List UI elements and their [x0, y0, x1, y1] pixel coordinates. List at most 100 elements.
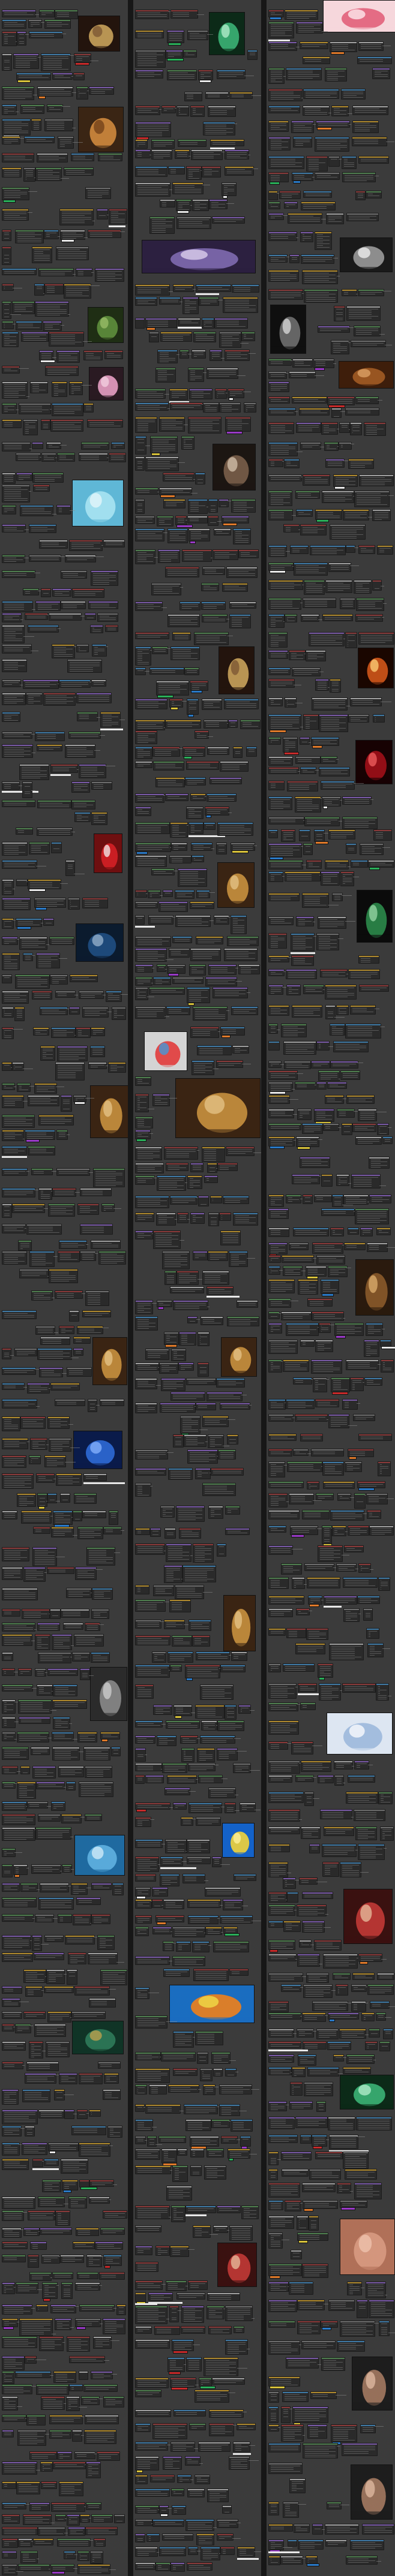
- graph-node[interactable]: [85, 187, 111, 199]
- graph-node[interactable]: [152, 2519, 184, 2527]
- graph-node[interactable]: [86, 2502, 101, 2510]
- graph-node[interactable]: [55, 2514, 66, 2521]
- graph-node[interactable]: [268, 767, 299, 774]
- color-swatch[interactable]: [291, 1534, 304, 1537]
- graph-node[interactable]: [98, 2062, 121, 2069]
- graph-node[interactable]: [2, 2514, 20, 2524]
- graph-node[interactable]: [348, 1449, 374, 1457]
- graph-node[interactable]: [161, 2052, 196, 2062]
- graph-node[interactable]: [71, 781, 90, 793]
- graph-node[interactable]: [17, 31, 26, 46]
- fire-preview[interactable]: [358, 648, 394, 688]
- graph-node[interactable]: [228, 2148, 250, 2159]
- graph-node[interactable]: [55, 10, 78, 19]
- graph-node[interactable]: [104, 350, 123, 359]
- graph-node[interactable]: [2, 860, 37, 869]
- graph-node[interactable]: [182, 747, 205, 757]
- pink-floral-preview[interactable]: [323, 0, 395, 32]
- graph-node[interactable]: [2, 1168, 28, 1176]
- graph-node[interactable]: [135, 1839, 163, 1848]
- graph-node[interactable]: [268, 106, 300, 113]
- graph-node[interactable]: [2, 693, 26, 705]
- graph-node[interactable]: [2, 1115, 35, 1128]
- graph-node[interactable]: [350, 1377, 364, 1391]
- graph-node[interactable]: [225, 166, 254, 176]
- graph-node[interactable]: [225, 1528, 250, 1535]
- graph-node[interactable]: [135, 1146, 162, 1160]
- graph-node[interactable]: [279, 191, 301, 199]
- graph-node[interactable]: [307, 2067, 339, 2077]
- graph-node[interactable]: [167, 528, 188, 543]
- gradient-ramp[interactable]: [160, 1867, 196, 1869]
- graph-node[interactable]: [223, 1196, 249, 1204]
- graph-node[interactable]: [342, 156, 357, 169]
- graph-node[interactable]: [18, 2538, 32, 2547]
- graph-node[interactable]: [178, 139, 207, 147]
- graph-node[interactable]: [21, 332, 49, 342]
- graph-node[interactable]: [300, 1702, 316, 1710]
- graph-node[interactable]: [287, 1892, 298, 1903]
- graph-node[interactable]: [309, 2169, 341, 2180]
- graph-node[interactable]: [49, 613, 82, 621]
- color-swatch[interactable]: [232, 850, 249, 853]
- graph-node[interactable]: [149, 667, 184, 675]
- graph-node[interactable]: [231, 499, 256, 513]
- graph-node[interactable]: [225, 2068, 237, 2077]
- graph-node[interactable]: [12, 301, 35, 314]
- graph-node[interactable]: [49, 332, 84, 347]
- graph-node[interactable]: [268, 2391, 279, 2403]
- graph-node[interactable]: [298, 1279, 318, 1295]
- red-cosmetics-preview[interactable]: [343, 1889, 393, 1944]
- graph-node[interactable]: [180, 1416, 201, 1434]
- graph-node[interactable]: [146, 2533, 160, 2542]
- graph-node[interactable]: [220, 1027, 245, 1036]
- graph-node[interactable]: [306, 2556, 318, 2564]
- graph-node[interactable]: [372, 580, 382, 591]
- graph-node[interactable]: [73, 73, 85, 80]
- graph-node[interactable]: [342, 289, 357, 296]
- graph-node[interactable]: [41, 2481, 57, 2489]
- graph-node[interactable]: [135, 10, 169, 19]
- graph-node[interactable]: [292, 1577, 305, 1589]
- graph-node[interactable]: [316, 1041, 330, 1051]
- graph-node[interactable]: [23, 2011, 46, 2019]
- graph-node[interactable]: [314, 1194, 332, 1202]
- graph-node[interactable]: [342, 2443, 378, 2456]
- graph-node[interactable]: [171, 1349, 186, 1361]
- graph-node[interactable]: [223, 297, 258, 313]
- graph-node[interactable]: [325, 985, 357, 1000]
- smartphone-preview[interactable]: [73, 1431, 122, 1469]
- graph-node[interactable]: [135, 2390, 161, 2397]
- graph-node[interactable]: [83, 350, 103, 360]
- graph-node[interactable]: [28, 19, 42, 28]
- graph-node[interactable]: [2, 403, 17, 414]
- graph-node[interactable]: [318, 1775, 334, 1783]
- graph-node[interactable]: [185, 2119, 211, 2131]
- graph-node[interactable]: [225, 417, 251, 432]
- gradient-ramp[interactable]: [324, 1606, 342, 1608]
- graph-node[interactable]: [2, 613, 22, 622]
- graph-node[interactable]: [268, 969, 285, 976]
- graph-node[interactable]: [190, 2165, 202, 2176]
- graph-node[interactable]: [59, 209, 94, 225]
- graph-node[interactable]: [321, 1279, 339, 1294]
- color-swatch[interactable]: [74, 1102, 85, 1105]
- graph-node[interactable]: [330, 1024, 345, 1036]
- graph-node[interactable]: [351, 340, 386, 347]
- graph-node[interactable]: [342, 172, 376, 182]
- graph-node[interactable]: [217, 2205, 241, 2213]
- graph-node[interactable]: [49, 1269, 78, 1283]
- graph-node[interactable]: [283, 1266, 303, 1276]
- graph-node[interactable]: [268, 1208, 289, 1219]
- graph-node[interactable]: [302, 1921, 325, 1933]
- graph-node[interactable]: [80, 1224, 113, 1235]
- graph-node[interactable]: [155, 2246, 170, 2256]
- graph-node[interactable]: [176, 2292, 205, 2300]
- graph-node[interactable]: [229, 601, 256, 609]
- graph-node[interactable]: [2, 2089, 19, 2105]
- graph-node[interactable]: [378, 1792, 393, 1804]
- graph-node[interactable]: [79, 1781, 113, 1797]
- graph-node[interactable]: [40, 2461, 53, 2472]
- graph-node[interactable]: [318, 916, 346, 929]
- graph-node[interactable]: [268, 1449, 292, 1456]
